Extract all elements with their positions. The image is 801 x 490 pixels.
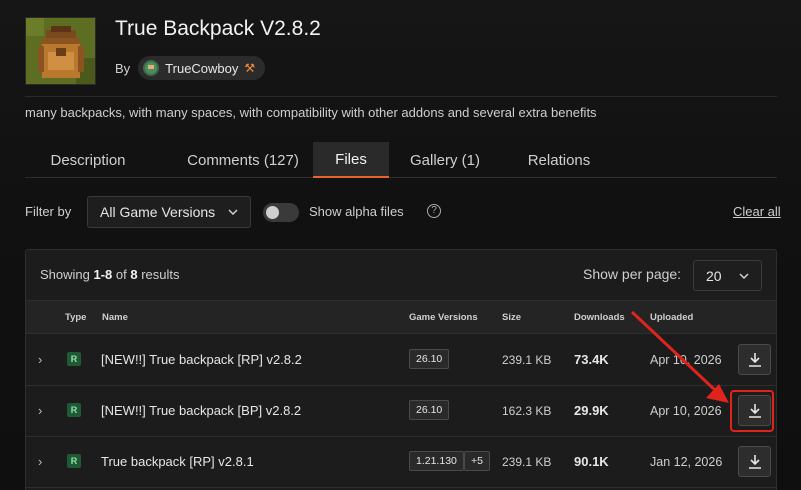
- game-version-badge: 26.10: [409, 400, 450, 420]
- upload-date: Apr 10, 2026: [650, 353, 722, 367]
- download-button[interactable]: [738, 446, 771, 477]
- table-row[interactable]: › R [NEW!!] True backpack [RP] v2.8.2 26…: [26, 335, 776, 386]
- hammer-pick-icon: ⚒: [244, 61, 256, 75]
- per-page-value: 20: [706, 267, 722, 284]
- header-divider: [25, 96, 777, 97]
- tab-relations[interactable]: Relations: [509, 142, 609, 178]
- tab-files[interactable]: Files: [313, 142, 389, 178]
- release-type-badge: R: [67, 454, 81, 468]
- game-version-badge: 1.21.130: [409, 451, 464, 471]
- author-name: TrueCowboy: [165, 60, 239, 76]
- per-page-select[interactable]: 20: [693, 260, 762, 291]
- tab-comments[interactable]: Comments (127): [160, 142, 326, 178]
- results-range: 1-8: [93, 267, 113, 282]
- download-count: 29.9K: [574, 403, 609, 418]
- chevron-down-icon: [228, 209, 238, 215]
- backpack-icon: [26, 18, 95, 84]
- table-row[interactable]: › R [NEW!!] True backpack [BP] v2.8.2 26…: [26, 386, 776, 437]
- game-version-selected: All Game Versions: [100, 204, 216, 220]
- project-tabs: Description Comments (127) Files Gallery…: [25, 142, 777, 178]
- file-size: 162.3 KB: [502, 404, 552, 418]
- download-button[interactable]: [738, 344, 771, 375]
- game-version-badge: 26.10: [409, 349, 450, 369]
- more-versions-badge[interactable]: +5: [464, 451, 490, 471]
- tab-description[interactable]: Description: [25, 142, 151, 178]
- table-header: Type Name Game Versions Size Downloads U…: [26, 300, 776, 334]
- files-page: True Backpack V2.8.2 By TrueCowboy ⚒ man…: [0, 0, 801, 490]
- header-size: Size: [502, 312, 522, 323]
- chevron-right-icon[interactable]: ›: [38, 403, 42, 418]
- header-uploaded: Uploaded: [650, 312, 694, 323]
- download-icon: [748, 454, 761, 469]
- chevron-right-icon[interactable]: ›: [38, 454, 42, 469]
- avatar-icon: [145, 62, 158, 74]
- header-name: Name: [102, 312, 128, 323]
- alpha-label: Show alpha files: [309, 204, 404, 219]
- project-description: many backpacks, with many spaces, with c…: [25, 105, 597, 120]
- author-row: By TrueCowboy ⚒: [115, 56, 266, 80]
- file-size: 239.1 KB: [502, 353, 552, 367]
- download-count: 90.1K: [574, 454, 609, 469]
- by-label: By: [115, 60, 131, 76]
- upload-date: Apr 10, 2026: [650, 404, 722, 418]
- release-type-badge: R: [67, 352, 81, 366]
- upload-date: Jan 12, 2026: [650, 455, 723, 469]
- release-type-badge: R: [67, 403, 81, 417]
- file-size: 239.1 KB: [502, 455, 552, 469]
- file-name[interactable]: True backpack [RP] v2.8.1: [101, 454, 254, 469]
- alpha-toggle[interactable]: [263, 203, 299, 222]
- project-title: True Backpack V2.8.2: [115, 17, 321, 40]
- help-icon[interactable]: ?: [427, 204, 441, 218]
- toggle-knob: [266, 206, 279, 219]
- tab-gallery[interactable]: Gallery (1): [397, 142, 493, 178]
- header-type: Type: [65, 312, 87, 323]
- download-icon: [748, 352, 761, 367]
- table-row[interactable]: › R True backpack [RP] v2.8.1 1.21.130 +…: [26, 437, 776, 488]
- download-count: 73.4K: [574, 352, 609, 367]
- project-header: True Backpack V2.8.2 By TrueCowboy ⚒: [0, 0, 801, 96]
- author-chip[interactable]: TrueCowboy ⚒: [138, 56, 266, 80]
- header-game-versions: Game Versions: [409, 312, 478, 323]
- per-page-label: Show per page:: [583, 266, 682, 282]
- results-summary: Showing 1-8 of 8 results: [40, 267, 180, 282]
- chevron-right-icon[interactable]: ›: [38, 352, 42, 367]
- project-thumbnail: [25, 17, 96, 85]
- header-downloads: Downloads: [574, 312, 625, 323]
- game-version-select[interactable]: All Game Versions: [87, 196, 251, 228]
- chevron-down-icon: [739, 272, 749, 279]
- file-name[interactable]: [NEW!!] True backpack [RP] v2.8.2: [101, 352, 302, 367]
- file-name[interactable]: [NEW!!] True backpack [BP] v2.8.2: [101, 403, 301, 418]
- clear-all-link[interactable]: Clear all: [733, 204, 781, 219]
- filter-label: Filter by: [25, 204, 72, 219]
- author-avatar: [143, 60, 160, 76]
- highlight-box: [730, 390, 774, 432]
- results-total: 8: [130, 267, 138, 282]
